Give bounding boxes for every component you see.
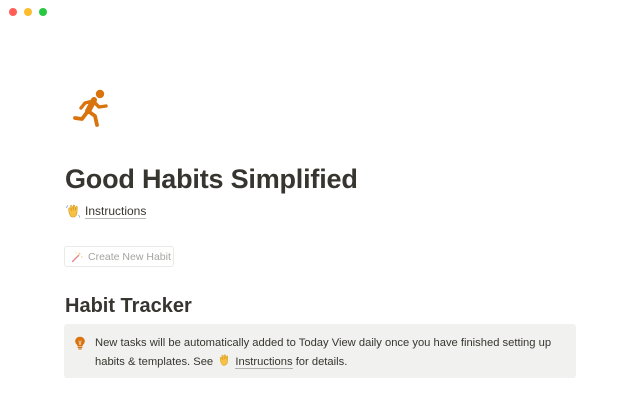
create-new-habit-label: Create New Habit [88, 250, 171, 263]
page-title[interactable]: Good Habits Simplified [65, 161, 358, 197]
close-window-button[interactable] [9, 8, 17, 16]
running-person-icon[interactable] [73, 89, 111, 129]
zoom-window-button[interactable] [39, 8, 47, 16]
callout-text-after: for details. [292, 355, 348, 368]
info-callout: New tasks will be automatically added to… [64, 324, 576, 378]
minimize-window-button[interactable] [24, 8, 32, 16]
window-controls [9, 8, 47, 16]
waving-hand-icon [217, 353, 231, 367]
lightbulb-icon [74, 336, 86, 350]
instructions-link[interactable]: Instructions [65, 202, 147, 220]
waving-hand-icon [65, 203, 81, 219]
callout-text: New tasks will be automatically added to… [95, 335, 565, 371]
create-new-habit-button[interactable]: Create New Habit [64, 246, 174, 267]
magic-wand-icon [71, 251, 83, 263]
section-heading-habit-tracker: Habit Tracker [65, 295, 192, 317]
instructions-link-label[interactable]: Instructions [85, 204, 147, 219]
callout-instructions-link[interactable]: Instructions [235, 355, 293, 369]
